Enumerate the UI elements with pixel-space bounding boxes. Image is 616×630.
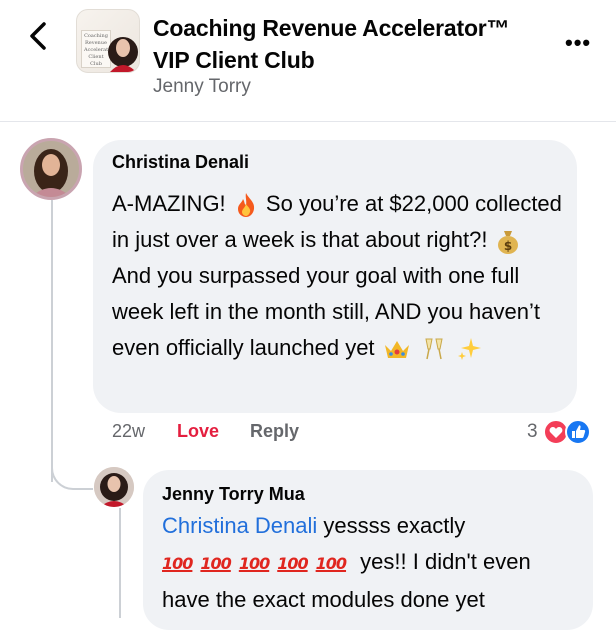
post-author-name[interactable]: Jenny Torry bbox=[153, 76, 251, 98]
hundred-points-icon: 100 bbox=[200, 554, 231, 573]
comment-text: A-MAZING! So you’re at $22,000 collected… bbox=[112, 186, 562, 366]
header-divider bbox=[0, 121, 616, 122]
hundred-points-icon: 100 bbox=[315, 554, 347, 573]
group-thumbnail[interactable]: Coaching Revenue Accelerator Client Club bbox=[76, 9, 140, 73]
sparkles-emoji-icon bbox=[457, 338, 481, 361]
comment-author[interactable]: Christina Denali bbox=[112, 152, 249, 173]
more-options-icon[interactable]: ••• bbox=[565, 30, 591, 56]
group-title[interactable]: Coaching Revenue Accelerator™ VIP Client… bbox=[153, 12, 510, 76]
christina-avatar-icon bbox=[23, 141, 79, 197]
group-title-line2: VIP Client Club bbox=[153, 47, 315, 73]
reply-thread-line bbox=[119, 508, 121, 618]
like-reaction-icon[interactable] bbox=[565, 419, 591, 445]
jenny-avatar-icon bbox=[94, 467, 134, 507]
fire-emoji-icon bbox=[237, 193, 254, 218]
hundred-points-icon: 100 bbox=[277, 554, 308, 573]
comment-text-part: A-MAZING! bbox=[112, 191, 226, 216]
champagne-emoji-icon bbox=[425, 338, 443, 360]
mention-link[interactable]: Christina Denali bbox=[162, 513, 317, 538]
thumb-person-icon bbox=[108, 37, 138, 72]
thread-line-branch bbox=[51, 440, 93, 490]
group-title-line1: Coaching Revenue Accelerator™ bbox=[153, 15, 510, 41]
reaction-count[interactable]: 3 bbox=[527, 421, 538, 443]
avatar[interactable] bbox=[20, 138, 82, 200]
back-arrow-icon[interactable] bbox=[24, 18, 54, 54]
hundred-points-icon: 100 bbox=[162, 554, 193, 573]
reply-text-part: yessss exactly bbox=[317, 513, 466, 538]
svg-text:$: $ bbox=[503, 239, 511, 253]
reply-author[interactable]: Jenny Torry Mua bbox=[162, 484, 305, 505]
group-header: Coaching Revenue Accelerator Client Club… bbox=[0, 0, 616, 122]
comment-timestamp[interactable]: 22w bbox=[112, 421, 145, 442]
reply-text: Christina Denali yessss exactly 100 100 10… bbox=[162, 508, 582, 618]
hundred-points-icon: 100 bbox=[238, 554, 270, 573]
moneybag-emoji-icon: $ bbox=[497, 231, 518, 255]
reply-button[interactable]: Reply bbox=[250, 421, 299, 442]
avatar[interactable] bbox=[94, 467, 134, 507]
love-reaction-button[interactable]: Love bbox=[177, 421, 219, 442]
crown-emoji-icon bbox=[384, 341, 409, 359]
